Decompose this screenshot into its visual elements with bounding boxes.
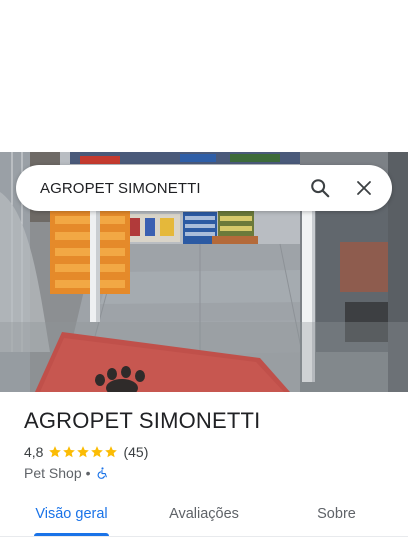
search-bar[interactable]: AGROPET SIMONETTI bbox=[16, 165, 392, 211]
star-icon bbox=[91, 446, 104, 458]
search-icon[interactable] bbox=[298, 165, 342, 211]
star-icon bbox=[63, 446, 76, 458]
tabs-divider bbox=[0, 536, 408, 537]
category-row: Pet Shop • bbox=[24, 465, 109, 481]
rating-stars bbox=[48, 445, 118, 459]
close-icon[interactable] bbox=[342, 165, 386, 211]
star-icon bbox=[77, 446, 90, 458]
place-category: Pet Shop bbox=[24, 465, 82, 481]
place-title: AGROPET SIMONETTI bbox=[24, 408, 261, 433]
star-icon bbox=[105, 446, 118, 458]
search-input[interactable]: AGROPET SIMONETTI bbox=[40, 180, 298, 197]
map-blank-area bbox=[0, 0, 408, 152]
star-icon bbox=[49, 446, 62, 458]
separator-dot: • bbox=[85, 465, 91, 481]
place-tabs: Visão geral Avaliações Sobre bbox=[0, 496, 408, 536]
tab-reviews[interactable]: Avaliações bbox=[143, 496, 265, 536]
tab-overview[interactable]: Visão geral bbox=[0, 496, 143, 536]
wheelchair-icon bbox=[97, 467, 107, 479]
rating-value: 4,8 bbox=[24, 444, 44, 460]
rating-row[interactable]: 4,8 (45) bbox=[24, 444, 148, 460]
review-count[interactable]: (45) bbox=[123, 444, 148, 460]
tab-about[interactable]: Sobre bbox=[265, 496, 408, 536]
